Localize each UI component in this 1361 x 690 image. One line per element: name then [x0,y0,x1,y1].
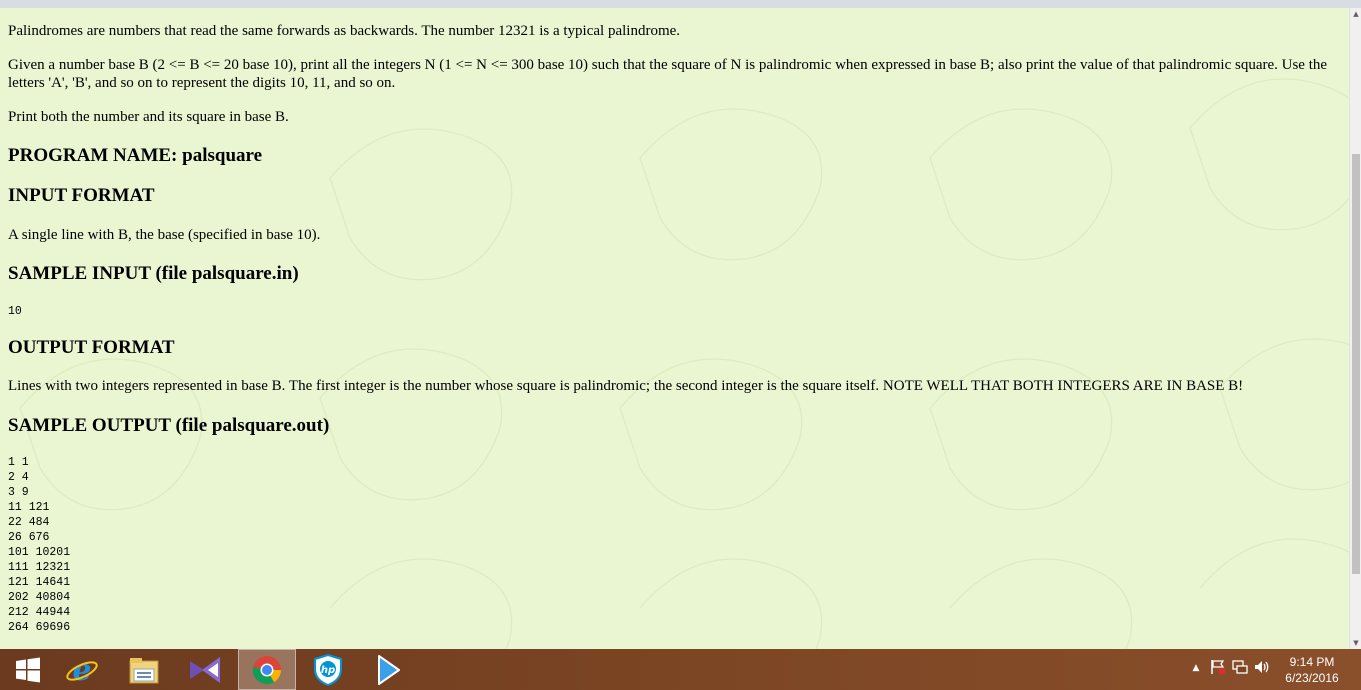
sample-output-line: 11 121 [8,501,50,514]
action-center-flag-icon[interactable] [1209,659,1227,677]
sample-output-line: 3 9 [8,486,29,499]
system-tray: ▲ 9:14 PM 6/23/2016 [1181,649,1361,690]
taskbar-file-explorer[interactable] [116,649,172,690]
svg-text:hp: hp [321,665,335,676]
input-format-heading: INPUT FORMAT [8,185,155,206]
chrome-icon [252,655,281,684]
sample-output-line: 202 40804 [8,591,71,604]
intro-paragraph: Palindromes are numbers that read the sa… [8,23,681,39]
output-format-heading: OUTPUT FORMAT [8,337,175,358]
sample-output-heading: SAMPLE OUTPUT (file palsquare.out) [8,415,330,436]
scrollbar-thumb[interactable] [1352,154,1360,574]
sample-output-line: 26 676 [8,531,50,544]
sample-input-block: 10 [8,305,22,318]
output-format-text: Lines with two integers represented in b… [8,378,1244,394]
clock-date: 6/23/2016 [1285,671,1339,685]
sample-output-line: 22 484 [8,516,50,529]
sample-output-line: 264 69696 [8,621,71,634]
page-viewport: Palindromes are numbers that read the sa… [0,8,1349,649]
input-format-text: A single line with B, the base (specifie… [8,227,321,243]
folder-icon [129,657,159,683]
sample-output-line: 101 10201 [8,546,71,559]
print-note-paragraph: Print both the number and its square in … [8,109,289,125]
scroll-down-arrow-icon[interactable]: ▼ [1350,637,1361,649]
program-name-heading: PROGRAM NAME: palsquare [8,145,263,166]
sample-output-line: 1 1 [8,456,29,469]
volume-icon[interactable] [1253,659,1271,677]
taskbar-internet-explorer[interactable]: e [54,649,110,690]
svg-text:e: e [72,653,91,687]
network-icon[interactable] [1231,659,1249,677]
taskbar-chrome[interactable] [238,649,296,690]
scroll-up-arrow-icon[interactable]: ▲ [1350,8,1361,20]
sample-output-line: 121 14641 [8,576,71,589]
taskbar-clock[interactable]: 9:14 PM 6/23/2016 [1277,654,1347,686]
visual-studio-icon [190,656,220,683]
taskbar-visual-studio[interactable] [177,649,233,690]
background-watermark [19,78,1349,649]
start-button[interactable] [0,649,56,690]
clock-time: 9:14 PM [1289,655,1335,669]
task-paragraph: Given a number base B (2 <= B <= 20 base… [8,57,1328,91]
windows-logo-icon [16,657,40,682]
sample-output-line: 2 4 [8,471,29,484]
internet-explorer-icon: e [66,653,98,687]
vertical-scrollbar[interactable]: ▲ ▼ [1349,8,1361,649]
play-arrow-icon [378,654,400,685]
sample-output-line: 212 44944 [8,606,71,619]
hp-shield-icon: hp [314,653,342,686]
sample-input-heading: SAMPLE INPUT (file palsquare.in) [8,263,299,284]
sample-output-line: 111 12321 [8,561,71,574]
sample-output-block: 1 1 2 4 3 9 11 121 22 484 26 676 101 10201 111 … [8,455,70,635]
taskbar-hp-support[interactable]: hp [300,649,356,690]
windows-taskbar: e hp ▲ 9:14 PM 6/23/2016 [0,649,1361,690]
show-hidden-icons-button[interactable]: ▲ [1187,659,1205,677]
taskbar-media-player[interactable] [360,649,416,690]
